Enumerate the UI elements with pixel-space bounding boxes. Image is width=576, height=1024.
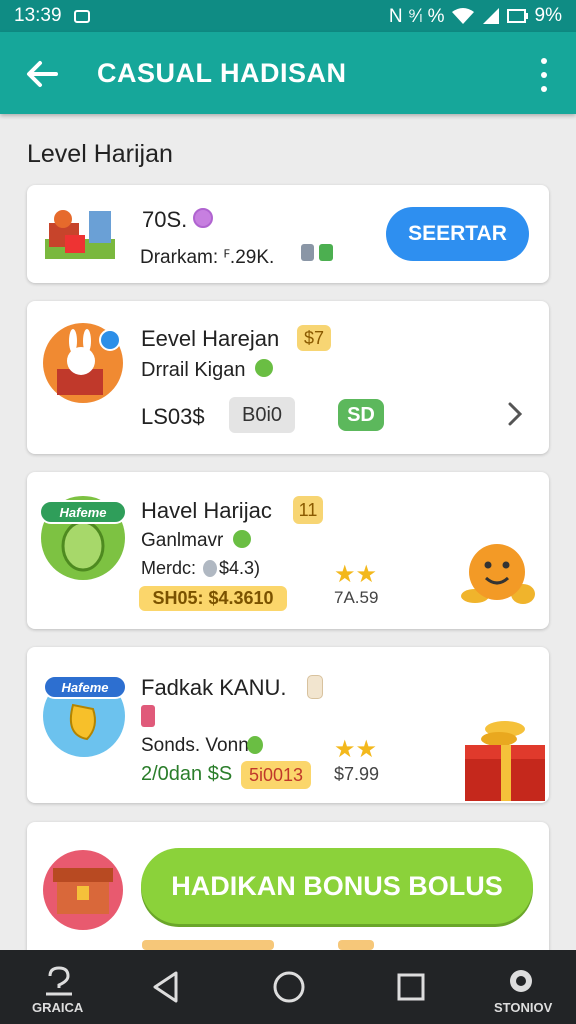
home-circle-icon[interactable] [272,970,306,1004]
app-title: CASUAL HADISAN [97,58,347,88]
system-nav-bar: GRAICA STONIOV [0,950,576,1024]
recents-square-icon[interactable] [396,972,426,1002]
check-badge-icon [255,359,273,377]
card-subtitle: Ganlmavr [141,530,224,551]
back-arrow-icon[interactable] [22,54,62,94]
pink-tag-icon [141,705,155,727]
ticket-icon [307,675,323,699]
battery-icon [506,9,528,23]
code-pill: B0i0 [229,397,295,433]
more-options-icon[interactable] [536,58,552,92]
green-pill: SD [338,399,384,431]
notification-icon [73,9,90,23]
price-highlight: SH05: $4.3610 [139,586,287,611]
silver-coin-icon [203,560,217,577]
avatar-banner: Hafeme [39,500,127,524]
price-highlight: 5i0013 [241,761,311,789]
seertar-button[interactable]: SEERTAR [386,207,529,261]
check-badge-icon [233,530,251,548]
avatar [43,850,123,930]
info-badge-icon [99,329,121,351]
purple-gem-icon [193,208,213,228]
status-indicators: N ⁹⁄ₗ % [388,5,445,27]
card-line3-value: $4.3) [219,558,261,578]
stars-icon: ★★ [334,561,378,588]
list-item[interactable]: Hafeme Fadkak KANU. Sonds. Vonn 2/0dan $… [27,647,549,803]
chevron-right-icon[interactable] [505,401,525,427]
smiling-coin-icon [461,544,535,604]
section-title: Level Harijan [27,140,173,168]
help-icon[interactable] [44,966,74,998]
side-value: $7.99 [334,764,380,784]
green-shield-icon [319,244,333,261]
settings-icon[interactable] [508,968,534,994]
gray-badge-icon [301,244,314,261]
level-badge: $7 [297,325,331,351]
check-badge-icon [247,736,263,754]
side-value: 7A.59 [334,588,379,607]
bonus-button[interactable]: HADIKAN BONUS BOLUS [141,848,533,924]
card-title: Fadkak KANU. [141,675,287,700]
list-item[interactable]: Eevel Harejan $7 Drrail Kigan LS03$ B0i0… [27,301,549,454]
bonus-card: HADIKAN BONUS BOLUS [27,822,549,962]
stars-icon: ★★ [334,736,378,763]
app-bar: CASUAL HADISAN [0,32,576,114]
back-triangle-icon[interactable] [150,970,182,1004]
cutoff-highlight [338,940,374,950]
amount-text: 2/0dan $S [141,763,233,785]
market-stall-icon [45,210,115,259]
card-title: Eevel Harejan [141,326,280,351]
card-subtitle: Sonds. Vonn [141,735,249,756]
wifi-icon [451,8,474,24]
status-bar: 13:39 N ⁹⁄ₗ % 9% [0,0,576,32]
card-line3: Merdc: [141,558,197,578]
cutoff-highlight [142,940,274,950]
level-badge: 11 [293,496,323,524]
battery-level: 9% [534,5,562,26]
price-text: LS03$ [141,404,205,429]
list-item[interactable]: Hafeme Havel Harijac 11 Ganlmavr Merdc: … [27,472,549,629]
gift-box-coins-icon [465,721,545,801]
signal-icon [482,8,499,24]
card-title: 70S. [142,207,188,232]
avatar-banner: Hafeme [43,675,127,699]
nav-left-label: GRAICA [32,1000,84,1015]
status-time: 13:39 [14,5,62,26]
treasure-box-icon [53,868,113,914]
card-title: Havel Harijac [141,498,272,523]
list-item[interactable]: 70S. Drarkam: ꟳ.29K. SEERTAR [27,185,549,283]
card-subtitle: Drrail Kigan [141,359,246,381]
card-subtitle: Drarkam: ꟳ.29K. [140,247,275,268]
nav-right-label: STONIOV [494,1000,553,1015]
